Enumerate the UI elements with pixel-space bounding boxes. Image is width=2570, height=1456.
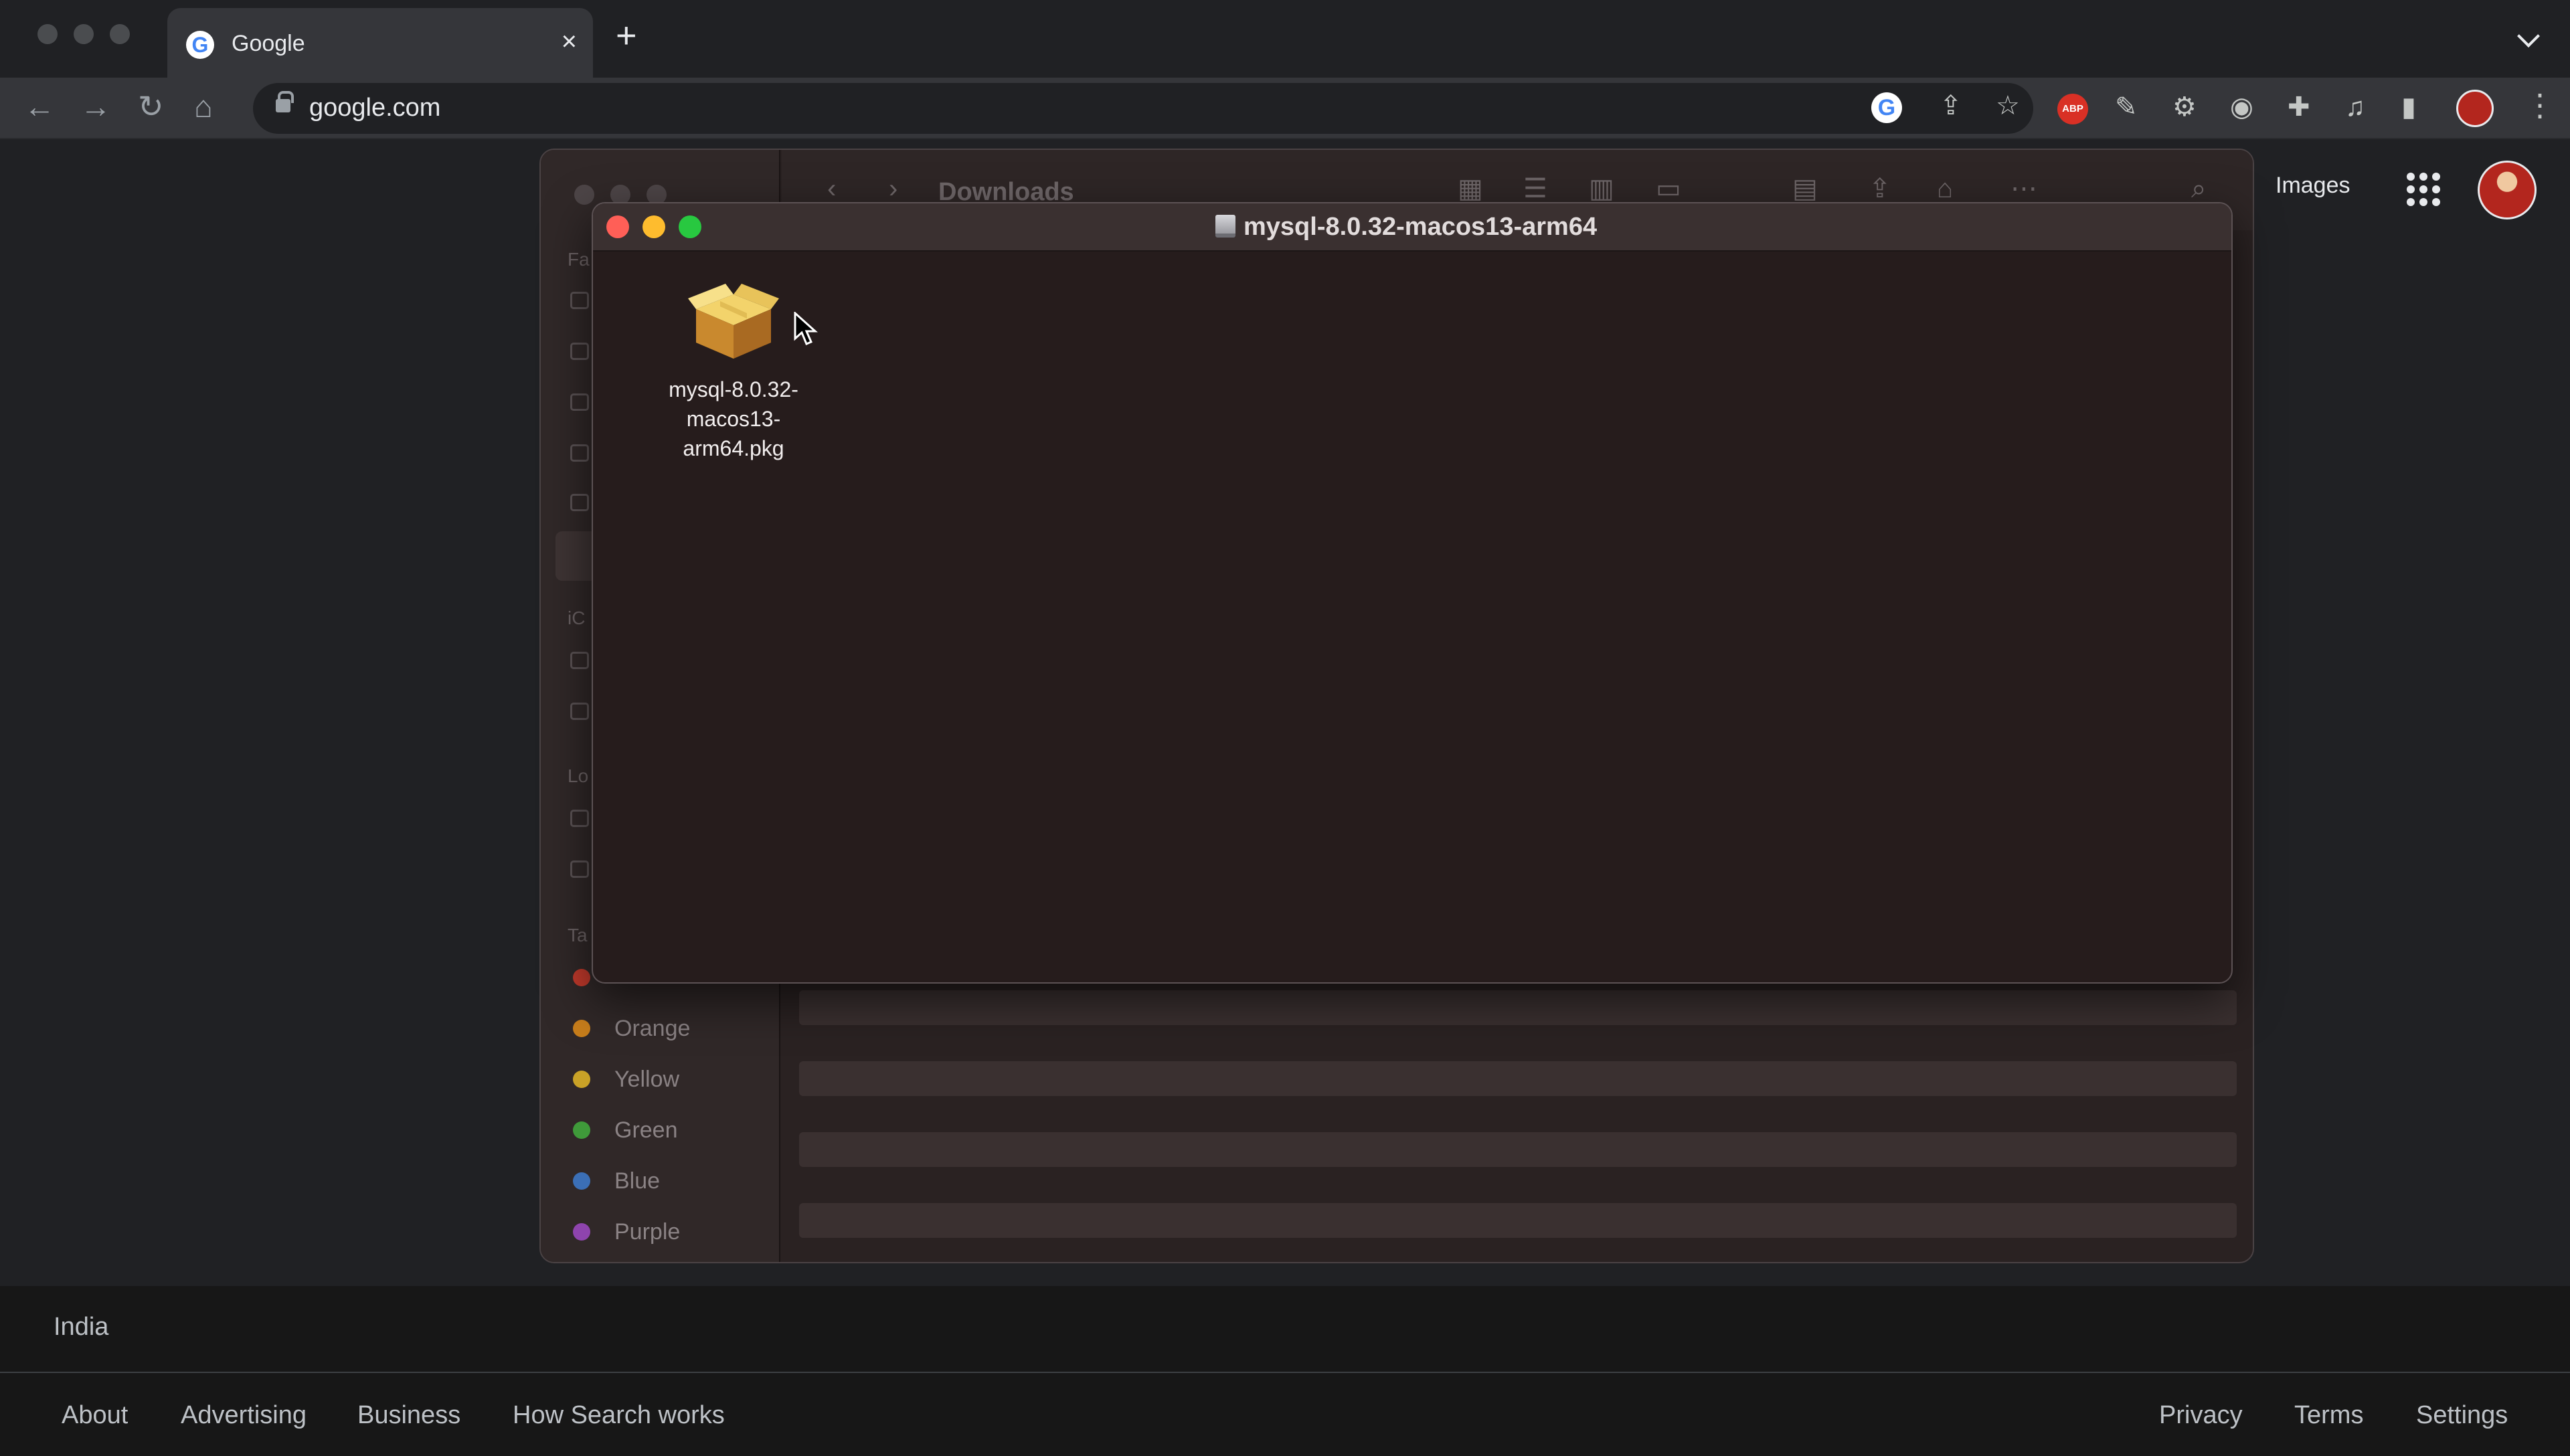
media-control-icon[interactable]: ♫ <box>2345 94 2365 120</box>
tag-label: Purple <box>614 1219 681 1245</box>
list-row[interactable] <box>799 1132 2237 1167</box>
reload-icon[interactable]: ↻ <box>138 91 164 122</box>
tag-label: Blue <box>614 1168 661 1194</box>
window-minimize-button[interactable] <box>74 24 94 44</box>
macintosh-hd-icon[interactable] <box>570 810 589 827</box>
close-button[interactable] <box>606 215 629 238</box>
footer-link-settings[interactable]: Settings <box>2416 1401 2508 1430</box>
sidebar-section-tags: Ta <box>568 925 588 945</box>
google-apps-icon[interactable] <box>2407 173 2440 206</box>
finder-forward-icon[interactable]: › <box>889 175 897 202</box>
zoom-button[interactable] <box>679 215 701 238</box>
list-row[interactable] <box>799 1061 2237 1096</box>
tab-google[interactable]: G Google × <box>167 8 593 78</box>
sidebar-section-favourites: Fa <box>568 249 590 270</box>
tag-dot <box>573 1172 590 1190</box>
google-favicon-icon: G <box>186 31 214 59</box>
tag-dot <box>573 1071 590 1088</box>
footer-link-advertising[interactable]: Advertising <box>181 1401 307 1430</box>
disk-image-title-text: mysql-8.0.32-macos13-arm64 <box>1244 213 1598 241</box>
tag-dot <box>573 1223 590 1241</box>
mouse-cursor-icon <box>794 312 818 345</box>
google-account-avatar[interactable] <box>2478 161 2537 219</box>
images-link[interactable]: Images <box>2276 173 2350 199</box>
disk-image-icon <box>1215 215 1235 238</box>
tab-close-icon[interactable]: × <box>562 28 577 55</box>
documents-icon[interactable] <box>570 494 589 511</box>
home-icon[interactable]: ⌂ <box>194 91 213 122</box>
profile-avatar[interactable] <box>2456 90 2494 127</box>
mounted-disk-icon[interactable] <box>570 860 589 878</box>
lock-icon[interactable] <box>276 91 294 112</box>
circle-extension-icon[interactable]: ◉ <box>2230 94 2253 120</box>
group-by-icon[interactable]: ▤ <box>1792 175 1818 202</box>
finder-close-button[interactable] <box>574 185 594 205</box>
icon-view-icon[interactable]: ▦ <box>1458 175 1483 202</box>
gallery-view-icon[interactable]: ▭ <box>1656 175 1681 202</box>
recents-icon[interactable] <box>570 343 589 360</box>
forward-icon[interactable]: → <box>80 91 111 122</box>
back-icon[interactable]: ← <box>24 91 55 122</box>
airdrop-icon[interactable] <box>570 292 589 309</box>
footer-link-privacy[interactable]: Privacy <box>2159 1401 2243 1430</box>
adblock-extension-icon[interactable]: ABP <box>2057 94 2088 124</box>
sidebar-section-locations: Lo <box>568 765 589 786</box>
finder-search-icon[interactable]: ⌕ <box>2191 175 2206 202</box>
side-panel-icon[interactable]: ▮ <box>2401 94 2416 120</box>
applications-icon[interactable] <box>570 393 589 411</box>
tag-dot <box>573 1020 590 1037</box>
address-bar[interactable]: google.com G ⇪ ☆ <box>253 83 2033 134</box>
file-item-label[interactable]: mysql-8.0.32-macos13- arm64.pkg <box>633 375 834 463</box>
column-view-icon[interactable]: ▥ <box>1589 175 1614 202</box>
tag-dot <box>573 1121 590 1139</box>
window-close-button[interactable] <box>37 24 58 44</box>
footer-link-business[interactable]: Business <box>357 1401 460 1430</box>
finder-share-icon[interactable]: ⇪ <box>1869 175 1891 202</box>
disk-image-window: mysql-8.0.32-macos13-arm64 mysql-8.0.32-… <box>592 202 2233 984</box>
shared-folder-icon[interactable] <box>570 703 589 720</box>
tag-red-dot <box>573 969 590 986</box>
tag-label: Yellow <box>614 1067 680 1092</box>
bookmark-star-icon[interactable]: ☆ <box>1996 92 2020 119</box>
browser-toolbar: ← → ↻ ⌂ google.com G ⇪ ☆ ABP ✎ ⚙ ◉ ✚ ♫ ▮… <box>0 78 2570 139</box>
tab-strip: G Google × + <box>0 0 2570 78</box>
disk-image-titlebar: mysql-8.0.32-macos13-arm64 <box>593 203 2231 252</box>
new-tab-button[interactable]: + <box>616 17 637 54</box>
sidebar-section-icloud: iC <box>568 608 586 628</box>
list-row[interactable] <box>799 1203 2237 1238</box>
url-text[interactable]: google.com <box>309 94 440 122</box>
footer-country: India <box>54 1313 109 1341</box>
package-icon <box>688 284 779 359</box>
extensions-puzzle-icon[interactable]: ✚ <box>2288 94 2310 120</box>
share-icon[interactable]: ⇪ <box>1940 92 1962 119</box>
google-lens-icon[interactable]: G <box>1871 92 1902 123</box>
gear-extension-icon[interactable]: ⚙ <box>2172 94 2197 120</box>
footer-link-how-search-works[interactable]: How Search works <box>513 1401 725 1430</box>
disk-image-title: mysql-8.0.32-macos13-arm64 <box>1215 213 1597 242</box>
tag-label: Green <box>614 1117 678 1143</box>
desktop-icon[interactable] <box>570 444 589 462</box>
tab-title: Google <box>232 31 305 56</box>
footer-link-about[interactable]: About <box>62 1401 128 1430</box>
window-zoom-button[interactable] <box>110 24 130 44</box>
google-footer: India About Advertising Business How Sea… <box>0 1286 2570 1456</box>
finder-back-icon[interactable]: ‹ <box>827 175 836 202</box>
tab-search-chevron-icon[interactable] <box>2517 25 2540 48</box>
tag-icon[interactable]: ⌂ <box>1937 175 1953 202</box>
footer-divider <box>0 1372 2570 1373</box>
tag-label: Orange <box>614 1016 691 1041</box>
list-row[interactable] <box>799 990 2237 1025</box>
more-actions-icon[interactable]: ⋯ <box>2010 175 2037 202</box>
list-view-icon[interactable]: ☰ <box>1523 175 1547 202</box>
pen-extension-icon[interactable]: ✎ <box>2115 94 2138 120</box>
minimize-button[interactable] <box>642 215 665 238</box>
menu-kebab-icon[interactable]: ⋮ <box>2524 90 2555 120</box>
icloud-drive-icon[interactable] <box>570 652 589 669</box>
footer-link-terms[interactable]: Terms <box>2294 1401 2363 1430</box>
